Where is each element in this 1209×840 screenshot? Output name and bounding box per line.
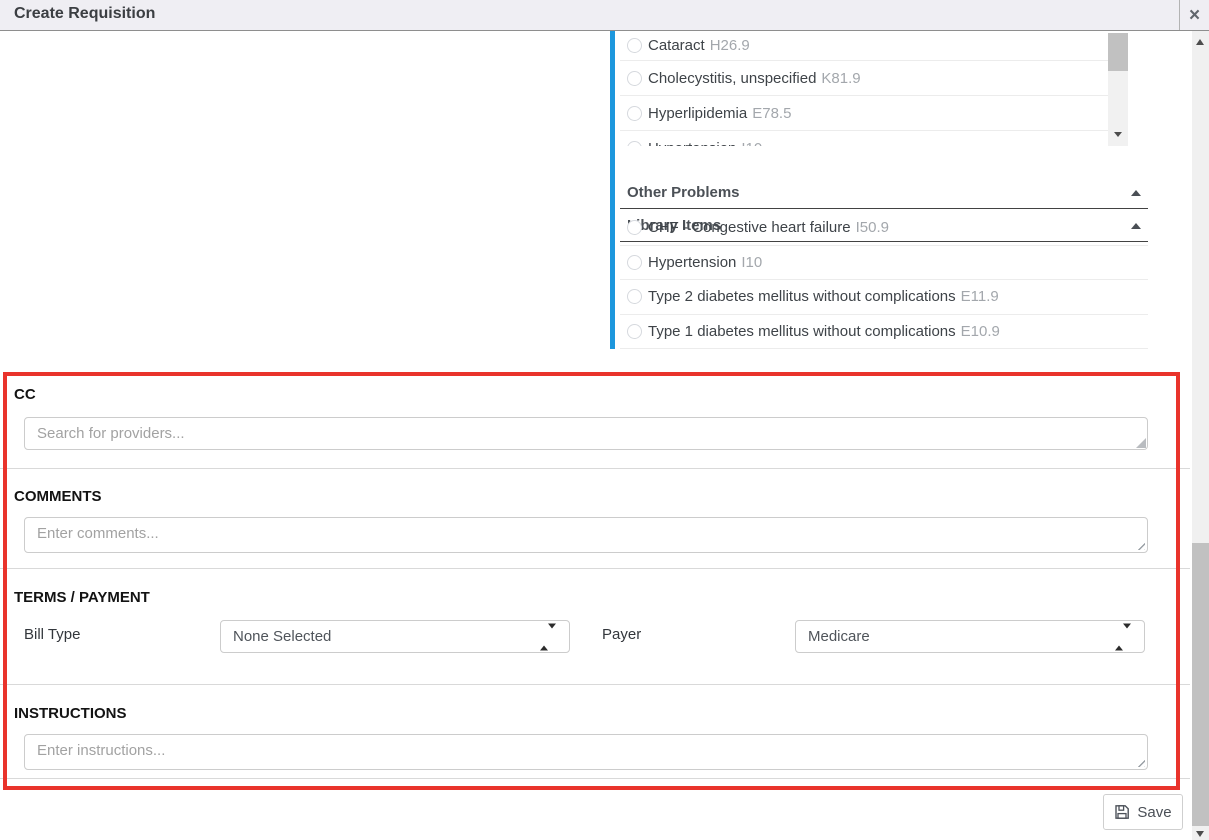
instructions-label: INSTRUCTIONS <box>14 705 127 722</box>
diagnosis-panel: Cataract H26.9 Cholecystitis, unspecifie… <box>610 31 1143 349</box>
payer-select[interactable]: Medicare <box>795 620 1145 653</box>
close-button[interactable]: × <box>1179 0 1209 30</box>
modal-header: Create Requisition × <box>0 0 1209 31</box>
library-label: Type 1 diabetes mellitus without complic… <box>648 323 956 340</box>
bill-type-label: Bill Type <box>24 626 80 643</box>
instructions-field-wrap <box>24 734 1148 770</box>
problem-scroll-list: Cataract H26.9 Cholecystitis, unspecifie… <box>620 31 1128 146</box>
scroll-down-icon[interactable] <box>1114 132 1122 137</box>
updown-arrow-icon <box>1115 628 1131 645</box>
library-item[interactable]: Type 2 diabetes mellitus without complic… <box>620 280 1148 315</box>
radio-icon[interactable] <box>627 255 642 270</box>
divider <box>0 468 1190 469</box>
problem-label: Cataract <box>648 37 705 54</box>
modal-title: Create Requisition <box>14 5 155 23</box>
library-label: Type 2 diabetes mellitus without complic… <box>648 288 956 305</box>
radio-icon[interactable] <box>627 324 642 339</box>
save-label: Save <box>1137 804 1171 821</box>
problem-label: Cholecystitis, unspecified <box>648 70 816 87</box>
list-scrollbar-thumb[interactable] <box>1108 33 1128 71</box>
library-code: E10.9 <box>961 323 1000 340</box>
problem-label: Hypertension <box>648 140 736 147</box>
problem-item[interactable]: Hyperlipidemia E78.5 <box>620 96 1128 131</box>
library-item[interactable]: Hypertension I10 <box>620 246 1148 281</box>
bill-type-value: None Selected <box>233 628 331 645</box>
section-title: Other Problems <box>627 184 740 201</box>
payer-label: Payer <box>602 626 641 643</box>
radio-icon[interactable] <box>627 106 642 121</box>
problem-label: Hyperlipidemia <box>648 105 747 122</box>
problem-item[interactable]: Cataract H26.9 <box>620 31 1128 61</box>
section-other-problems[interactable]: Other Problems <box>620 177 1148 209</box>
radio-icon[interactable] <box>627 38 642 53</box>
cc-label: CC <box>14 386 36 403</box>
radio-icon[interactable] <box>627 220 642 235</box>
library-label: Hypertension <box>648 254 736 271</box>
collapse-arrow-icon[interactable] <box>1131 190 1141 196</box>
list-scrollbar[interactable] <box>1108 33 1128 146</box>
terms-label: TERMS / PAYMENT <box>14 589 150 606</box>
comments-field-wrap <box>24 517 1148 553</box>
problem-item[interactable]: Cholecystitis, unspecified K81.9 <box>620 61 1128 96</box>
save-button[interactable]: Save <box>1103 794 1183 830</box>
cc-input[interactable] <box>24 417 1148 450</box>
comments-input[interactable] <box>24 517 1148 553</box>
divider <box>0 778 1190 779</box>
comments-label: COMMENTS <box>14 488 102 505</box>
cc-field-wrap <box>24 417 1148 450</box>
problem-code: I10 <box>741 140 762 147</box>
radio-icon[interactable] <box>627 141 642 147</box>
divider <box>0 684 1190 685</box>
floppy-disk-icon <box>1114 804 1130 820</box>
bill-type-select[interactable]: None Selected <box>220 620 570 653</box>
radio-icon[interactable] <box>627 289 642 304</box>
updown-arrow-icon <box>540 628 556 645</box>
library-code: I10 <box>741 254 762 271</box>
library-item[interactable]: CHF - Congestive heart failure I50.9 <box>620 211 1148 246</box>
problem-item[interactable]: Hypertension I10 <box>620 131 1128 146</box>
radio-icon[interactable] <box>627 71 642 86</box>
library-label: CHF - Congestive heart failure <box>648 219 851 236</box>
page-scrollbar-thumb[interactable] <box>1192 543 1209 826</box>
library-code: I50.9 <box>856 219 889 236</box>
instructions-input[interactable] <box>24 734 1148 770</box>
problem-code: E78.5 <box>752 105 791 122</box>
close-icon: × <box>1189 6 1200 25</box>
library-item[interactable]: Type 1 diabetes mellitus without complic… <box>620 315 1148 350</box>
scroll-down-icon[interactable] <box>1196 831 1204 837</box>
payer-value: Medicare <box>808 628 870 645</box>
library-code: E11.9 <box>961 288 999 305</box>
problem-code: H26.9 <box>710 37 750 54</box>
scroll-up-icon[interactable] <box>1196 39 1204 45</box>
library-items-list: CHF - Congestive heart failure I50.9 Hyp… <box>620 211 1148 349</box>
page-scrollbar[interactable] <box>1192 31 1209 840</box>
divider <box>0 568 1190 569</box>
problem-code: K81.9 <box>821 70 860 87</box>
